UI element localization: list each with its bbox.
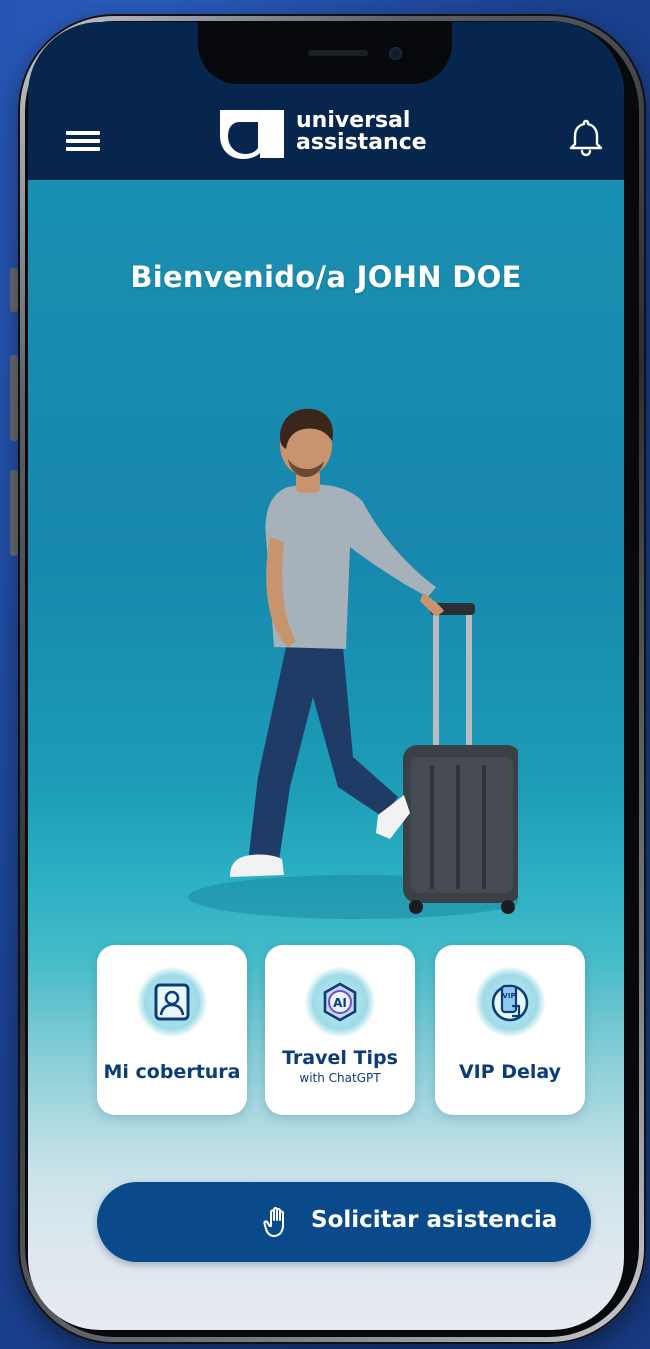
card-label: Mi cobertura: [103, 1061, 241, 1083]
volume-down-button: [10, 470, 18, 556]
brand-line-2: assistance: [296, 130, 427, 155]
solicitar-asistencia-button[interactable]: Solicitar asistencia: [97, 1182, 591, 1262]
welcome-heading: Bienvenido/a JOHN DOE: [130, 260, 522, 294]
cta-label: Solicitar asistencia: [311, 1207, 558, 1233]
vip-phone-icon: VIP: [491, 984, 529, 1022]
card-icon-bg: [137, 967, 207, 1037]
volume-up-button: [10, 355, 18, 441]
universal-assistance-logo-icon: [220, 110, 284, 159]
svg-text:VIP: VIP: [502, 992, 515, 1000]
id-card-icon: [154, 983, 190, 1021]
brand-line-1: universal: [296, 108, 411, 133]
hand-icon: [263, 1207, 284, 1237]
bell-icon[interactable]: [568, 117, 604, 157]
card-label: Travel Tips: [282, 1047, 398, 1069]
card-sublabel: with ChatGPT: [299, 1071, 381, 1085]
card-vip-delay[interactable]: VIP VIP Delay: [435, 945, 585, 1115]
card-label: VIP Delay: [458, 1061, 562, 1083]
front-camera: [389, 47, 402, 60]
notch: [198, 22, 452, 84]
traveler-with-suitcase-image: [188, 408, 518, 919]
hamburger-menu-icon[interactable]: [66, 131, 100, 153]
speaker-grille: [308, 50, 368, 56]
app-screen: universal assistance Bienvenido/a JOHN D…: [28, 22, 624, 1330]
card-icon-bg: AI: [305, 967, 375, 1037]
ai-badge-icon: AI: [323, 982, 357, 1022]
card-mi-cobertura[interactable]: Mi cobertura: [97, 945, 247, 1115]
mute-switch: [10, 268, 18, 312]
svg-text:AI: AI: [333, 996, 347, 1010]
card-travel-tips[interactable]: AI Travel Tips with ChatGPT: [265, 945, 415, 1115]
card-icon-bg: VIP: [475, 967, 545, 1037]
brand-name: universal assistance: [296, 110, 427, 154]
